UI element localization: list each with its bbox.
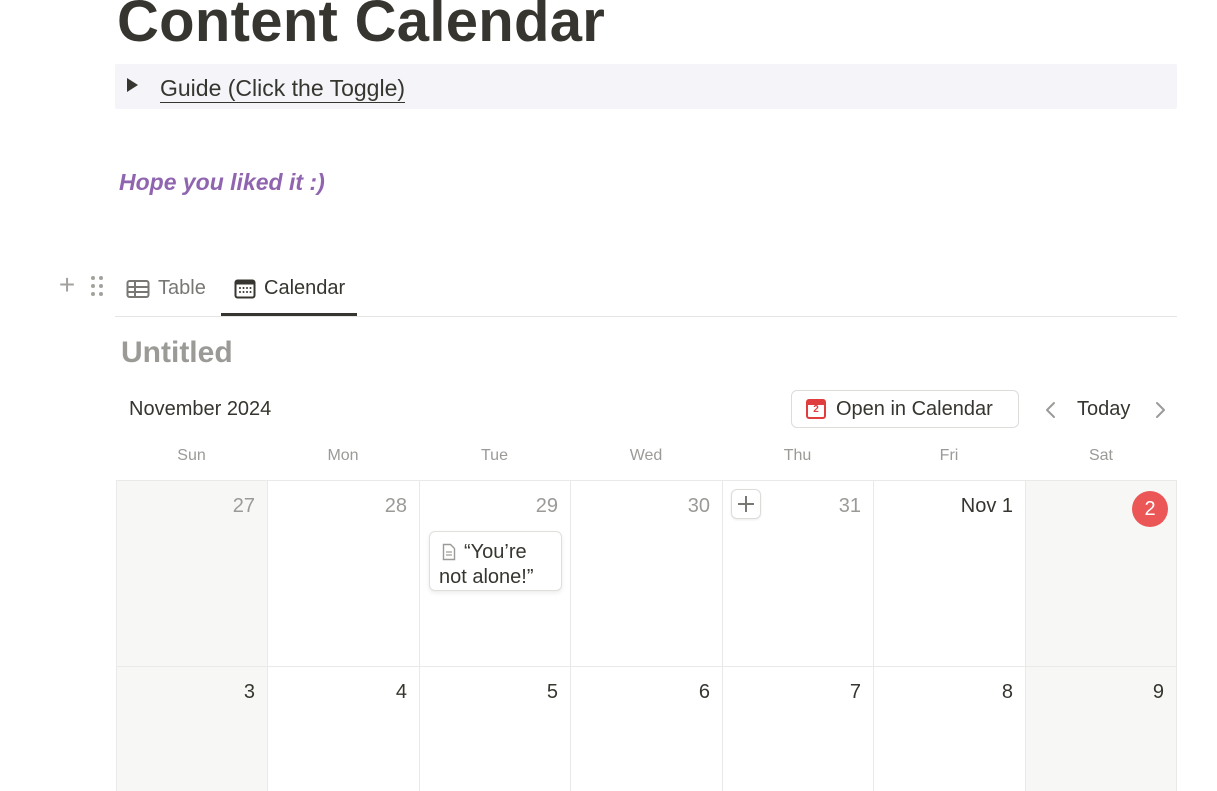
open-in-calendar-button[interactable]: 2 Open in Calendar <box>791 390 1019 428</box>
calendar-day-cell[interactable]: 31 <box>722 480 873 666</box>
calendar-day-cell[interactable]: 9 <box>1025 666 1177 791</box>
calendar-day-cell[interactable]: 5 <box>419 666 570 791</box>
calendar-day-cell[interactable]: 2 <box>1025 480 1177 666</box>
weekday-label: Mon <box>327 447 359 464</box>
day-number: 30 <box>687 495 710 517</box>
calendar-day-cell[interactable]: Nov 1 <box>873 480 1025 666</box>
weekday-label: Fri <box>939 447 959 464</box>
calendar-day-cell[interactable]: 30 <box>570 480 722 666</box>
calendar-day-cell[interactable]: 28 <box>267 480 419 666</box>
calendar-grid: 27 28 29 “You’re not alone!” 30 31 Nov 1 2 3 4 5 6 7… <box>116 480 1177 791</box>
tab-table-label: Table <box>158 277 206 299</box>
calendar-day-cell[interactable]: 3 <box>116 666 267 791</box>
add-event-plus-icon[interactable] <box>731 489 761 519</box>
day-number: 9 <box>1152 681 1164 703</box>
day-number: 5 <box>546 681 558 703</box>
day-number: 7 <box>849 681 861 703</box>
month-label: November 2024 <box>129 398 272 420</box>
toggle-triangle-icon[interactable] <box>127 78 138 92</box>
weekday-label: Wed <box>629 447 663 464</box>
guide-toggle-block[interactable]: Guide (Click the Toggle) <box>115 64 1177 109</box>
tab-table[interactable]: Table <box>126 262 206 315</box>
day-number: 3 <box>243 681 255 703</box>
calendar-day-cell[interactable]: 29 “You’re not alone!” <box>419 480 570 666</box>
today-day-number: 2 <box>1132 491 1168 527</box>
calendar-day-cell[interactable]: 6 <box>570 666 722 791</box>
weekday-label: Thu <box>783 447 812 464</box>
event-card[interactable]: “You’re not alone!” <box>429 531 562 591</box>
add-block-icon[interactable]: + <box>55 271 79 299</box>
weekday-label: Tue <box>481 447 508 464</box>
day-number: 4 <box>395 681 407 703</box>
day-number: 28 <box>384 495 407 517</box>
calendar-day-cell[interactable]: 27 <box>116 480 267 666</box>
calendar-icon <box>234 279 256 298</box>
day-number: 27 <box>232 495 255 517</box>
calendar-app-icon: 2 <box>806 399 826 419</box>
today-button[interactable]: Today <box>1077 398 1130 421</box>
day-number: 29 <box>535 495 558 517</box>
tab-calendar-label: Calendar <box>264 277 346 299</box>
calendar-day-cell[interactable]: 4 <box>267 666 419 791</box>
calendar-app-icon-day: 2 <box>813 404 819 415</box>
weekday-label: Sun <box>177 447 206 464</box>
weekday-label: Sat <box>1088 447 1113 464</box>
calendar-day-cell[interactable]: 8 <box>873 666 1025 791</box>
drag-handle-icon[interactable] <box>91 276 105 298</box>
table-icon <box>126 279 150 298</box>
day-number: 6 <box>698 681 710 703</box>
database-title[interactable]: Untitled <box>121 336 233 370</box>
tab-calendar[interactable]: Calendar <box>221 262 358 316</box>
day-number: 31 <box>838 495 861 517</box>
day-number: Nov 1 <box>960 495 1013 517</box>
open-in-calendar-label: Open in Calendar <box>836 397 993 420</box>
chevron-right-icon[interactable] <box>1154 398 1168 422</box>
view-tabs: Table Calendar <box>115 262 1177 317</box>
guide-toggle-label[interactable]: Guide (Click the Toggle) <box>160 74 406 103</box>
day-number: 8 <box>1001 681 1013 703</box>
page: Content Calendar Guide (Click the Toggle… <box>0 0 1217 791</box>
note-text: Hope you liked it :) <box>119 169 325 195</box>
chevron-left-icon[interactable] <box>1043 398 1057 422</box>
calendar-day-cell[interactable]: 7 <box>722 666 873 791</box>
page-title: Content Calendar <box>117 0 606 54</box>
page-icon <box>442 543 456 561</box>
weekday-header-row: Sun Mon Tue Wed Thu Fri Sat <box>116 447 1177 469</box>
